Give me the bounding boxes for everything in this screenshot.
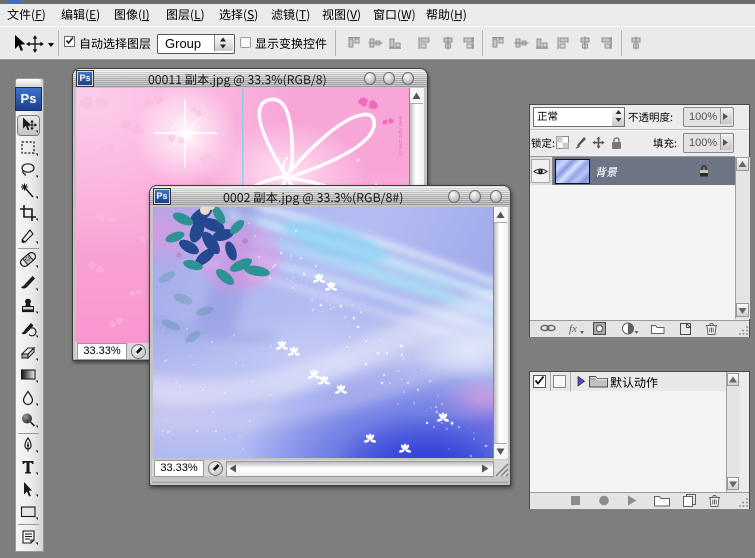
svg-text:fx: fx <box>569 323 577 335</box>
svg-text:www.nipic.com.cn: www.nipic.com.cn <box>397 116 403 156</box>
